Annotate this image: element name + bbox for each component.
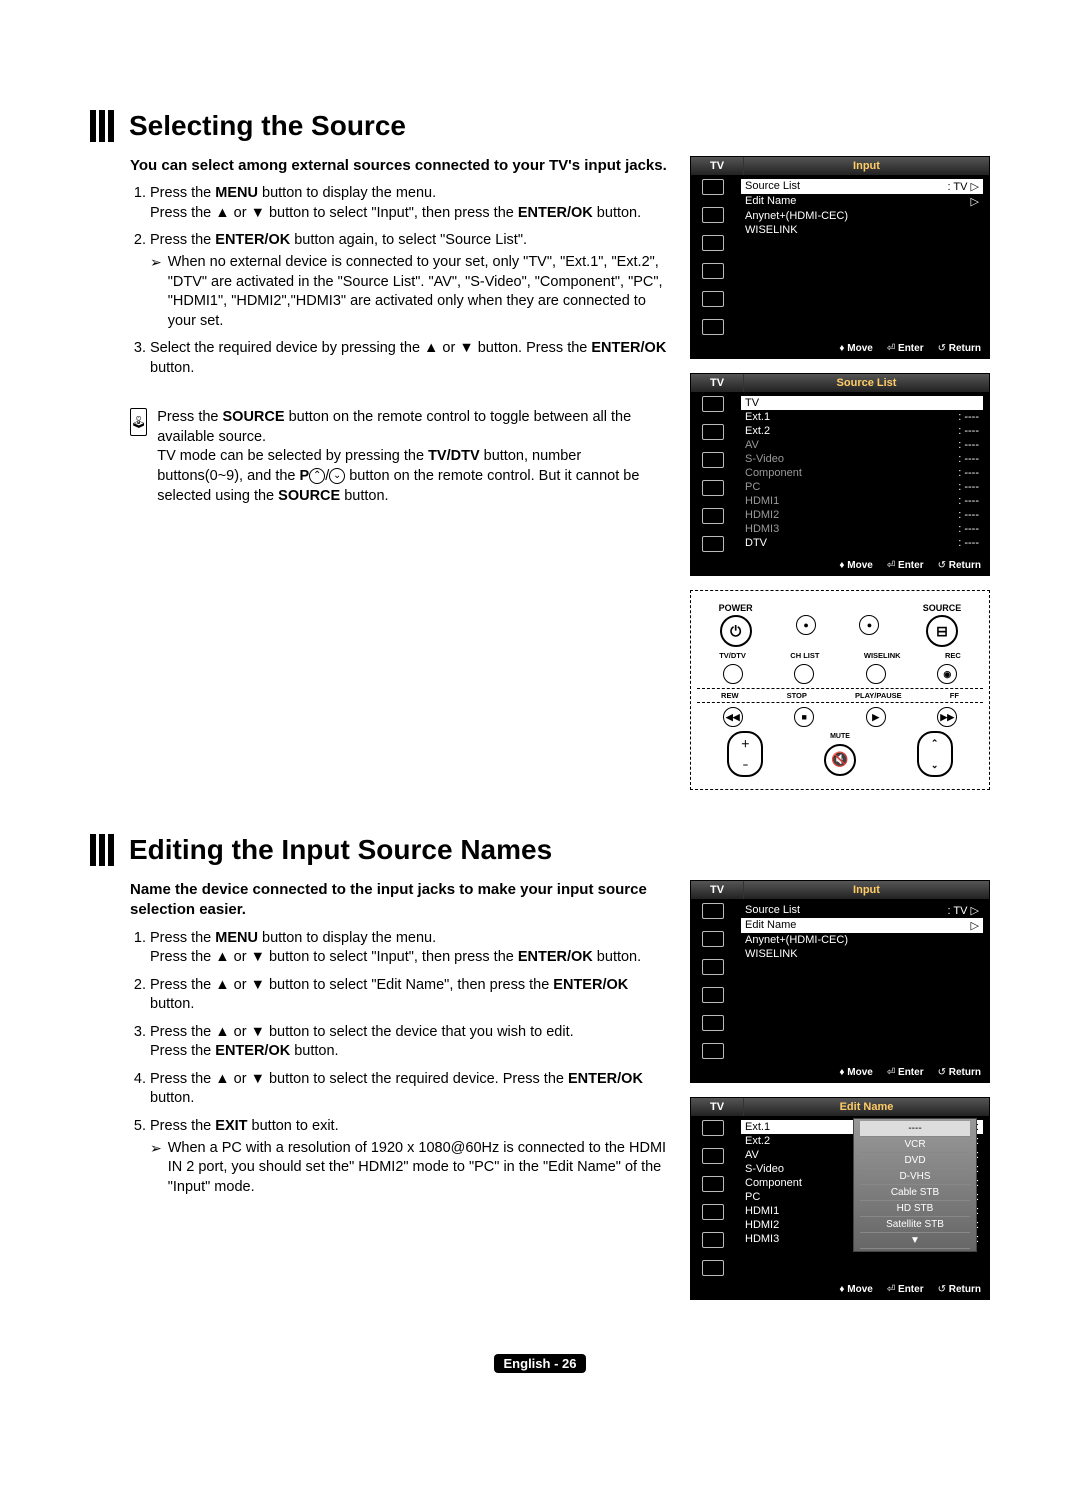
osd-menu-row: Ext.2: ---- — [741, 424, 983, 438]
osd-menu-row: Source List: TV ▷ — [741, 179, 983, 194]
p-up-icon: ⌃ — [309, 468, 325, 484]
osd-menu-row: AV: ---- — [741, 438, 983, 452]
section1-intro: You can select among external sources co… — [90, 156, 670, 176]
osd-dropdown: ----VCRDVDD-VHSCable STBHD STBSatellite … — [853, 1118, 977, 1252]
osd-sidebar-icons — [691, 175, 735, 339]
step: Press the ▲ or ▼ button to select "Edit … — [150, 976, 670, 1015]
osd-menu-row: Anynet+(HDMI-CEC) — [741, 209, 983, 223]
section2-title: Editing the Input Source Names — [129, 834, 552, 866]
osd-menu-row: Source List: TV ▷ — [741, 903, 983, 918]
section1-steps: Press the MENU button to display the men… — [90, 184, 670, 378]
osd-menu-row: Edit Name ▷ — [741, 194, 983, 209]
note-arrow-icon: ➢ — [150, 253, 162, 331]
step: Press the MENU button to display the men… — [150, 929, 670, 968]
section2-intro: Name the device connected to the input j… — [90, 880, 670, 921]
osd-source-list: TVSource List TVExt.1: ----Ext.2: ----AV… — [690, 373, 990, 576]
step: Press the ENTER/OK button again, to sele… — [150, 231, 670, 331]
step: Press the ▲ or ▼ button to select the de… — [150, 1023, 670, 1062]
osd-menu-row: WISELINK — [741, 223, 983, 237]
section1-title: Selecting the Source — [129, 110, 406, 142]
p-down-icon: ⌄ — [329, 468, 345, 484]
osd-menu-row: HDMI1: ---- — [741, 494, 983, 508]
osd-menu-row: DTV: ---- — [741, 536, 983, 550]
osd-sidebar-icons — [691, 899, 735, 1063]
osd-menu-row: TV — [741, 396, 983, 410]
osd-menu-row: Edit Name ▷ — [741, 918, 983, 933]
osd-menu-row: Anynet+(HDMI-CEC) — [741, 933, 983, 947]
osd-menu-row: WISELINK — [741, 947, 983, 961]
osd-sidebar-icons — [691, 392, 735, 556]
section1-heading: Selecting the Source — [90, 110, 990, 142]
osd-menu-row: Component: ---- — [741, 466, 983, 480]
osd-menu-row: Ext.1: ---- — [741, 410, 983, 424]
osd-sidebar-icons — [691, 1116, 735, 1280]
remote-diagram: POWER⏻ ●● SOURCE⊟ TV/DTVCH LISTWISELINKR… — [690, 590, 990, 790]
page-footer: English - 26 — [90, 1354, 990, 1373]
remote-icon: 🕹 — [130, 408, 147, 436]
step: Press the EXIT button to exit. ➢When a P… — [150, 1117, 670, 1197]
note-arrow-icon: ➢ — [150, 1139, 162, 1198]
osd-input-menu: TVInput Source List: TV ▷Edit Name ▷Anyn… — [690, 156, 990, 359]
osd-menu-row: PC: ---- — [741, 480, 983, 494]
osd-menu-row: HDMI3: ---- — [741, 522, 983, 536]
step: Select the required device by pressing t… — [150, 339, 670, 378]
remote-note: 🕹 Press the SOURCE button on the remote … — [90, 408, 670, 506]
osd-menu-row: S-Video: ---- — [741, 452, 983, 466]
section2-steps: Press the MENU button to display the men… — [90, 929, 670, 1198]
osd-edit-name: TVEdit Name Ext.1:Ext.2:AV:S-Video:Compo… — [690, 1097, 990, 1300]
osd-menu-row: HDMI2: ---- — [741, 508, 983, 522]
step: Press the ▲ or ▼ button to select the re… — [150, 1070, 670, 1109]
heading-bars — [90, 110, 117, 142]
heading-bars — [90, 834, 117, 866]
section2-heading: Editing the Input Source Names — [90, 834, 990, 866]
osd-input-menu-2: TVInput Source List: TV ▷Edit Name ▷Anyn… — [690, 880, 990, 1083]
step: Press the MENU button to display the men… — [150, 184, 670, 223]
